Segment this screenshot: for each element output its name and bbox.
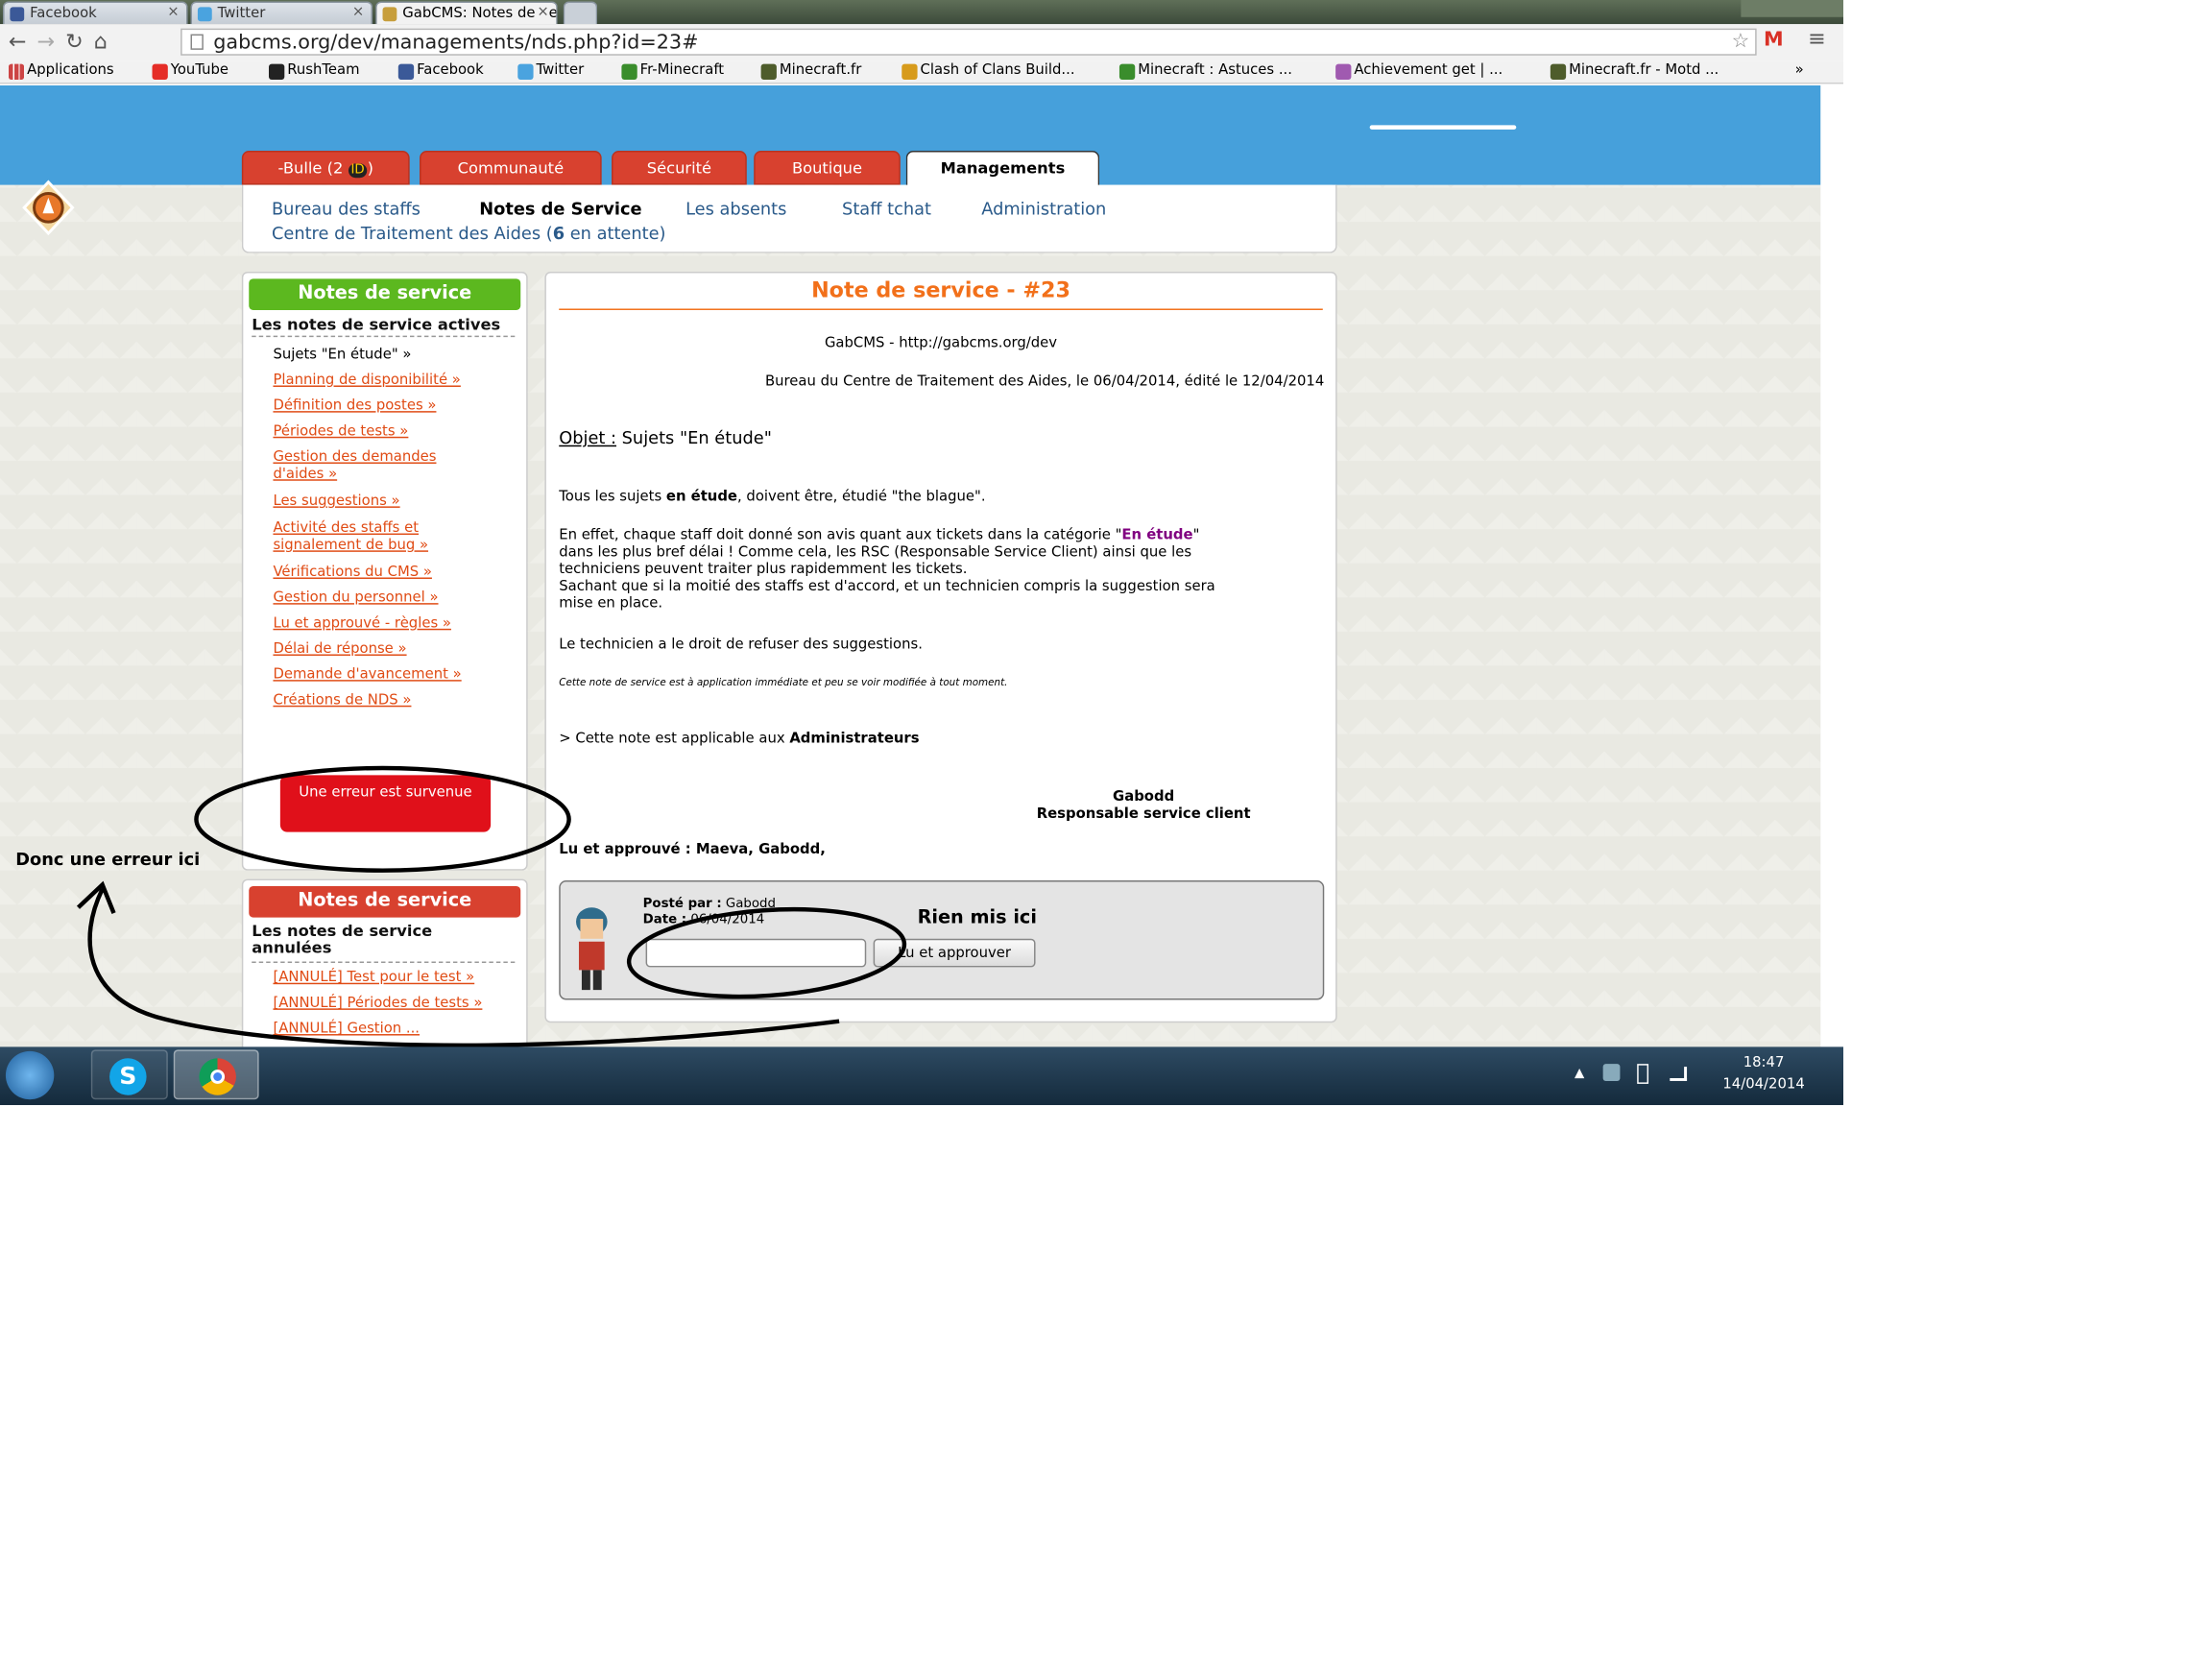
taskbar-clock[interactable]: 18:47 14/04/2014 — [1701, 1052, 1826, 1094]
windows-taskbar: S ▲ 18:47 14/04/2014 — [0, 1046, 1844, 1106]
screenshot: Facebook× Twitter× GabCMS: Notes de Serv… — [0, 0, 1844, 1106]
battery-icon[interactable] — [1637, 1064, 1649, 1084]
tray-up-icon[interactable]: ▲ — [1575, 1067, 1584, 1081]
skype-icon: S — [109, 1058, 147, 1095]
annotation-rien-mis-ici: Rien mis ici — [917, 907, 1037, 929]
taskbar-chrome[interactable] — [173, 1049, 259, 1100]
tray-app-icon[interactable] — [1602, 1064, 1621, 1081]
annotation-circle-input — [626, 906, 907, 999]
taskbar-skype[interactable]: S — [90, 1049, 168, 1100]
start-button-icon[interactable] — [5, 1050, 55, 1100]
annotation-overlay — [76, 765, 907, 1048]
chrome-icon — [199, 1058, 236, 1095]
network-icon[interactable] — [1670, 1067, 1688, 1081]
annotation-erreur-ici: Donc une erreur ici — [15, 849, 201, 870]
clock-time: 18:47 — [1743, 1055, 1785, 1071]
annotation-circle-error — [194, 765, 571, 873]
clock-date: 14/04/2014 — [1722, 1076, 1805, 1093]
